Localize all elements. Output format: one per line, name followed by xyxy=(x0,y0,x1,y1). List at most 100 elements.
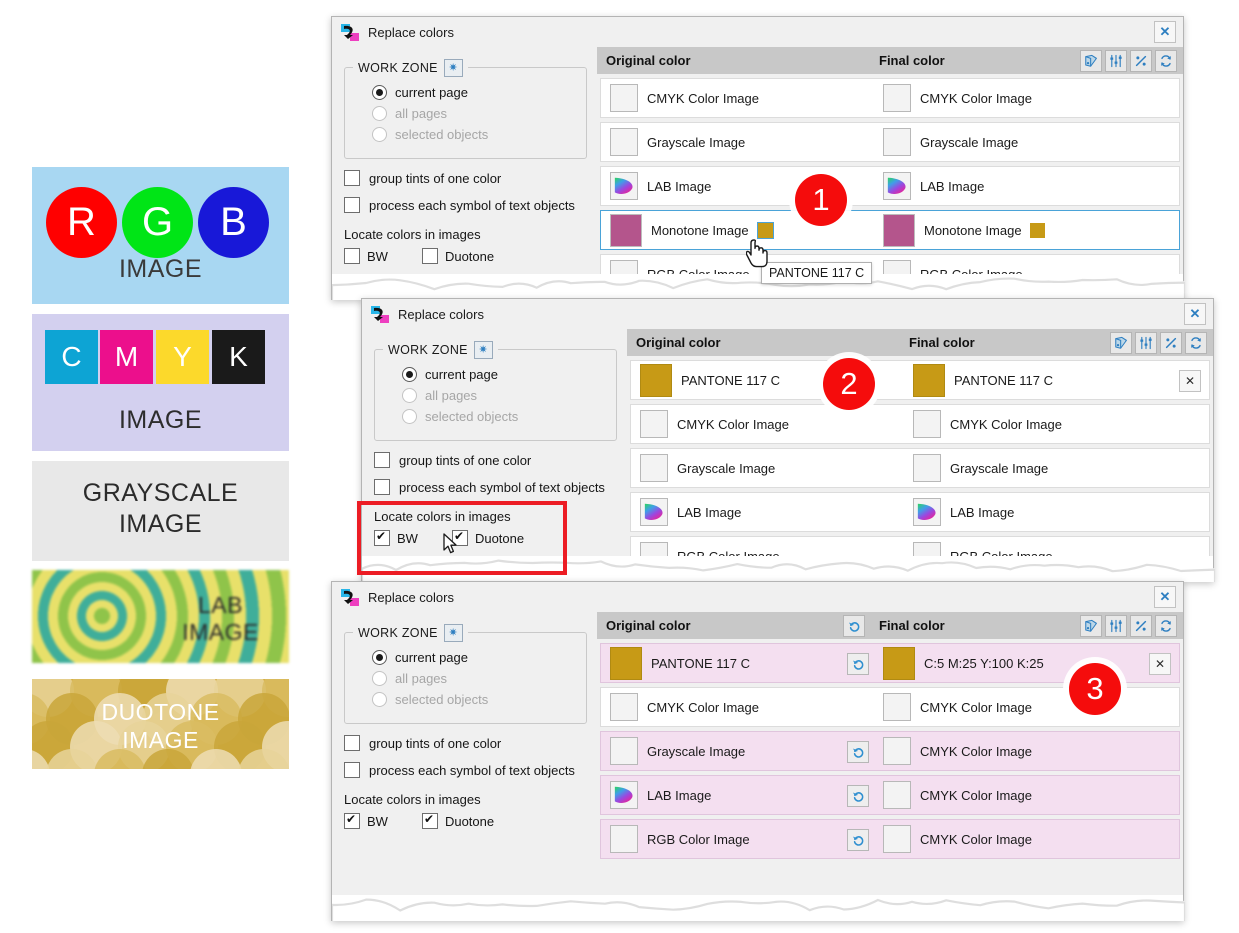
dialog-3-close-button[interactable]: ✕ xyxy=(1154,586,1176,608)
row-final-cell: PANTONE 117 C xyxy=(913,364,1053,397)
row-undo-button[interactable] xyxy=(847,741,869,763)
replace-colors-icon xyxy=(341,24,359,41)
replace-colors-icon xyxy=(341,589,359,606)
table-row[interactable]: CMYK Color Image CMYK Color Image xyxy=(630,404,1210,444)
checkbox-icon-duotone[interactable] xyxy=(452,530,468,546)
sliders-icon[interactable] xyxy=(1105,50,1127,72)
replace-colors-dialog-1[interactable]: Replace colors ✕ WORK ZONE ✷ current pag… xyxy=(331,16,1184,300)
percent-icon[interactable] xyxy=(1160,332,1182,354)
row-original-cell: PANTONE 117 C xyxy=(631,364,780,397)
palette-book-icon[interactable] xyxy=(1080,50,1102,72)
row-remove-button[interactable]: ✕ xyxy=(1179,370,1201,392)
list-toolbar xyxy=(1080,50,1177,72)
row-final-label: CMYK Color Image xyxy=(920,832,1032,847)
table-row[interactable]: RGB Color Image CMYK Color Image xyxy=(600,819,1180,859)
checkbox-icon xyxy=(374,452,390,468)
table-row[interactable]: Grayscale Image Grayscale Image xyxy=(630,448,1210,488)
dialog-1-close-button[interactable]: ✕ xyxy=(1154,21,1176,43)
dialog-2-radio-current-page[interactable]: current page xyxy=(375,364,616,385)
table-row[interactable]: LAB Image LAB Image xyxy=(600,166,1180,206)
table-row[interactable]: PANTONE 117 C PANTONE 117 C ✕ xyxy=(630,360,1210,400)
gear-icon[interactable]: ✷ xyxy=(444,59,463,77)
dialog-2-close-button[interactable]: ✕ xyxy=(1184,303,1206,325)
dialog-1-radio-current-page[interactable]: current page xyxy=(345,82,586,103)
dialog-3-titlebar[interactable]: Replace colors ✕ xyxy=(332,582,1183,612)
dialog-2-torn-edge xyxy=(362,556,1213,582)
sample-rgb-caption: IMAGE xyxy=(32,255,289,284)
sliders-icon[interactable] xyxy=(1105,615,1127,637)
grayscale-gradient-icon xyxy=(913,454,941,482)
gear-icon[interactable]: ✷ xyxy=(444,624,463,642)
dialog-2-titlebar[interactable]: Replace colors ✕ xyxy=(362,299,1213,329)
dialog-1-torn-edge xyxy=(332,274,1183,300)
dialog-2-checkbox-process-symbols[interactable]: process each symbol of text objects xyxy=(374,479,617,495)
checkbox-icon-bw[interactable] xyxy=(344,813,360,829)
column-header-original-color: Original color xyxy=(597,53,691,68)
dialog-2-body: WORK ZONE ✷ current page all pages selec… xyxy=(362,329,1213,576)
dialog-1-checkbox-group-tints[interactable]: group tints of one color xyxy=(344,170,587,186)
sample-grayscale-caption-l1: GRAYSCALE xyxy=(32,478,289,509)
dialog-1-titlebar[interactable]: Replace colors ✕ xyxy=(332,17,1183,47)
row-remove-button[interactable]: ✕ xyxy=(1149,653,1171,675)
table-row[interactable]: Monotone Image Monotone Image xyxy=(600,210,1180,250)
sliders-icon[interactable] xyxy=(1135,332,1157,354)
checkbox-icon-bw[interactable] xyxy=(344,248,360,264)
cmyk-box-k: K xyxy=(212,330,265,384)
row-original-cell: LAB Image xyxy=(601,172,711,200)
replace-colors-dialog-2[interactable]: Replace colors ✕ WORK ZONE ✷ current pag… xyxy=(361,298,1214,582)
dlg2-list-header: Original color Final color xyxy=(627,329,1213,356)
row-original-cell: Grayscale Image xyxy=(601,128,745,156)
dialog-3-checkbox-group-tints[interactable]: group tints of one color xyxy=(344,735,587,751)
dialog-3-checkbox-process-symbols[interactable]: process each symbol of text objects xyxy=(344,762,587,778)
table-row[interactable]: LAB Image CMYK Color Image xyxy=(600,775,1180,815)
dialog-2-checkbox-group-tints[interactable]: group tints of one color xyxy=(374,452,617,468)
checkbox-icon xyxy=(374,479,390,495)
header-undo-all-button[interactable] xyxy=(843,615,865,637)
dlg2-list-rows: PANTONE 117 C PANTONE 117 C ✕ CMYK Color … xyxy=(627,360,1213,576)
table-row[interactable]: Grayscale Image Grayscale Image xyxy=(600,122,1180,162)
dialog-1-work-zone-legend: WORK ZONE ✷ xyxy=(353,59,468,77)
dialog-2-work-zone-group: WORK ZONE ✷ current page all pages selec… xyxy=(374,349,617,441)
percent-icon[interactable] xyxy=(1130,615,1152,637)
checkbox-label: process each symbol of text objects xyxy=(399,480,605,495)
row-original-label: RGB Color Image xyxy=(647,832,750,847)
row-final-cell: Grayscale Image xyxy=(913,454,1048,482)
dialog-2-radio-all-pages: all pages xyxy=(375,385,616,406)
rgb-dot-r: R xyxy=(46,187,117,258)
table-row[interactable]: LAB Image LAB Image xyxy=(630,492,1210,532)
refresh-icon[interactable] xyxy=(1155,50,1177,72)
checkbox-icon-duotone[interactable] xyxy=(422,813,438,829)
checkbox-icon-bw[interactable] xyxy=(374,530,390,546)
row-undo-button[interactable] xyxy=(847,829,869,851)
checkbox-icon-duotone[interactable] xyxy=(422,248,438,264)
cmyk-box-c: C xyxy=(45,330,98,384)
row-undo-button[interactable] xyxy=(847,653,869,675)
row-original-label: CMYK Color Image xyxy=(647,700,759,715)
inline-pantone-swatch[interactable] xyxy=(757,222,774,239)
palette-book-icon[interactable] xyxy=(1080,615,1102,637)
percent-icon[interactable] xyxy=(1130,50,1152,72)
palette-book-icon[interactable] xyxy=(1110,332,1132,354)
row-undo-button[interactable] xyxy=(847,785,869,807)
table-row[interactable]: Grayscale Image CMYK Color Image xyxy=(600,731,1180,771)
table-row[interactable]: CMYK Color Image CMYK Color Image xyxy=(600,78,1180,118)
radio-label: selected objects xyxy=(395,692,488,707)
checkbox-label: process each symbol of text objects xyxy=(369,763,575,778)
cmyk-venn-icon xyxy=(883,825,911,853)
gear-icon[interactable]: ✷ xyxy=(474,341,493,359)
dialog-1-checkbox-process-symbols[interactable]: process each symbol of text objects xyxy=(344,197,587,213)
replace-colors-dialog-3[interactable]: Replace colors ✕ WORK ZONE ✷ current pag… xyxy=(331,581,1184,921)
dialog-3-radio-all-pages: all pages xyxy=(345,668,586,689)
dialog-3-color-list: Original color Final color PANTONE 117 C… xyxy=(597,612,1183,859)
dialog-1-locate-row: BW Duotone xyxy=(344,248,587,264)
row-original-cell: CMYK Color Image xyxy=(601,693,759,721)
sample-lab-caption-l1: LAB xyxy=(92,592,289,619)
dialog-1-color-list: Original color Final color CMYK Color Im… xyxy=(597,47,1183,294)
grayscale-gradient-icon xyxy=(610,128,638,156)
row-original-label: PANTONE 117 C xyxy=(681,373,780,388)
refresh-icon[interactable] xyxy=(1155,615,1177,637)
dialog-3-radio-current-page[interactable]: current page xyxy=(345,647,586,668)
refresh-icon[interactable] xyxy=(1185,332,1207,354)
dialog-3-title: Replace colors xyxy=(368,590,454,605)
row-final-cell: CMYK Color Image xyxy=(883,781,1032,809)
